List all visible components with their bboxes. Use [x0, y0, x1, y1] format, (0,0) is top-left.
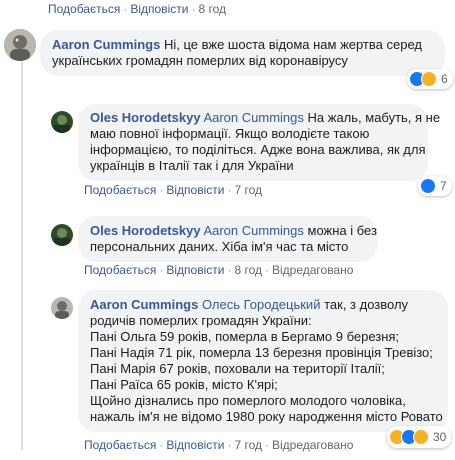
- reactions-summary[interactable]: 6: [407, 69, 453, 89]
- comment-text-line: нажаль ім'я не відомо 1980 року народжен…: [90, 409, 443, 424]
- like-link[interactable]: Подобається: [84, 183, 156, 197]
- comment-text-line: персональних даних. Хіба ім'я час та міс…: [90, 239, 349, 254]
- reactions-summary[interactable]: 30: [387, 426, 452, 448]
- like-reaction-icon: [420, 178, 436, 194]
- reaction-count: 7: [440, 179, 447, 193]
- like-link[interactable]: Подобається: [48, 2, 120, 16]
- avatar[interactable]: [4, 29, 36, 61]
- reaction-count: 30: [433, 430, 447, 444]
- timestamp[interactable]: 7 год: [234, 438, 262, 452]
- timestamp[interactable]: 7 год: [234, 183, 262, 197]
- comment-text-line: родичів померлих громадян України:: [90, 313, 312, 328]
- comment-bubble: Oles Horodetskyy Aaron Cummings можна і …: [78, 216, 378, 262]
- comment-bubble: Oles Horodetskyy Aaron Cummings На жаль,…: [78, 104, 440, 181]
- avatar[interactable]: [51, 111, 73, 133]
- avatar-image: [51, 224, 73, 246]
- comment-text-line: так, з дозволу: [324, 297, 409, 312]
- comment-text-line: українців в Італії так і для України: [90, 158, 294, 173]
- comment-text-line: На жаль, мабуть, я не: [307, 110, 441, 125]
- sad-reaction-icon: [421, 71, 437, 87]
- comment-actions: Подобається · Відповісти · 8 год: [48, 2, 226, 16]
- reply-link[interactable]: Відповісти: [166, 263, 224, 277]
- comment-actions: Подобається · Відповісти · 7 год: [84, 183, 262, 197]
- avatar-image: [4, 29, 36, 61]
- comment-author[interactable]: Aaron Cummings: [52, 37, 160, 52]
- comment-text-line: маю повної інформації. Якщо володієте та…: [90, 126, 370, 141]
- reply-thread-line: [21, 58, 23, 450]
- comment-text-line: Пані Надія 71 рік, померла 13 березня пр…: [90, 345, 433, 360]
- like-link[interactable]: Подобається: [84, 438, 156, 452]
- comment-text-line: Ні, це вже шоста відома нам жертва серед: [163, 37, 422, 52]
- timestamp[interactable]: 8 год: [198, 2, 226, 16]
- comment-bubble: Aaron Cummings Олесь Городецький так, з …: [78, 290, 448, 432]
- avatar[interactable]: [51, 224, 73, 246]
- comment-actions: Подобається · Відповісти · 7 год · Відредагова…: [84, 438, 354, 452]
- comment-text-line: можна і без: [307, 223, 377, 238]
- comment-text-line: Пані Раїса 65 років, місто К'ярі;: [90, 377, 278, 392]
- mention-link[interactable]: Олесь Городецький: [202, 297, 321, 312]
- wow-reaction-icon: [413, 429, 429, 445]
- avatar[interactable]: [51, 297, 73, 319]
- comment-actions: Подобається · Відповісти · 8 год · Відредагова…: [84, 263, 354, 277]
- comment-bubble: Aaron Cummings Ні, це вже шоста відома н…: [40, 30, 445, 76]
- comment-author[interactable]: Oles Horodetskyy: [90, 110, 201, 125]
- reactions-summary[interactable]: 7: [418, 176, 452, 196]
- comment-text-line: Щойно дізнались про померлого молодого ч…: [90, 393, 406, 408]
- comment-author[interactable]: Aaron Cummings: [90, 297, 198, 312]
- comment-text-line: інформацією, то поділіться. Адже вона ва…: [90, 142, 426, 157]
- reply-link[interactable]: Відповісти: [130, 2, 188, 16]
- edited-label[interactable]: Відредаговано: [272, 263, 353, 277]
- comment-author[interactable]: Oles Horodetskyy: [90, 223, 201, 238]
- edited-label[interactable]: Відредаговано: [272, 438, 353, 452]
- mention-link[interactable]: Aaron Cummings: [203, 110, 303, 125]
- reaction-count: 6: [441, 72, 448, 86]
- mention-link[interactable]: Aaron Cummings: [203, 223, 303, 238]
- like-link[interactable]: Подобається: [84, 263, 156, 277]
- reply-link[interactable]: Відповісти: [166, 438, 224, 452]
- comment-text-line: Пані Ольга 59 років, померла в Бергамо 9…: [90, 329, 400, 344]
- comment-text-line: українських громадян померлих від корона…: [52, 53, 348, 68]
- comment-text-line: Пані Марія 67 років, поховали на територ…: [90, 361, 385, 376]
- reply-link[interactable]: Відповісти: [166, 183, 224, 197]
- timestamp[interactable]: 8 год: [234, 263, 262, 277]
- avatar-image: [51, 111, 73, 133]
- avatar-image: [51, 297, 73, 319]
